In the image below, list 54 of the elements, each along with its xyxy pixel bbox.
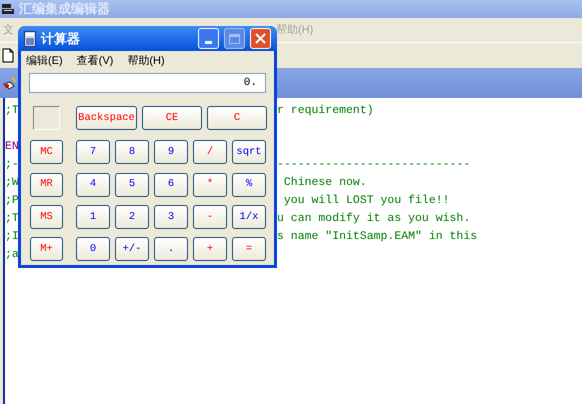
calculator-key[interactable]: C	[207, 106, 267, 130]
calculator-key[interactable]: .	[154, 237, 188, 261]
calculator-key[interactable]: MS	[30, 204, 63, 229]
code-text: ----------------------------	[277, 157, 470, 174]
menu-item[interactable]: 编辑(E)	[26, 52, 63, 70]
calculator-key[interactable]: 2	[115, 204, 149, 229]
calculator-key[interactable]: MC	[30, 140, 63, 164]
code-text: you will LOST you file!!	[282, 193, 450, 210]
display-field: 0.	[29, 73, 266, 93]
calculator-key[interactable]: 4	[76, 172, 110, 196]
calculator-key[interactable]: M+	[30, 237, 63, 261]
calculator-key[interactable]: 0	[76, 237, 110, 261]
calculator-key[interactable]: +/-	[115, 237, 149, 261]
menu-item[interactable]: 查看(V)	[76, 52, 114, 70]
calculator-key[interactable]: CE	[142, 106, 202, 130]
calculator-key[interactable]: 9	[154, 140, 188, 164]
code-text: ;a	[5, 248, 19, 262]
code-text: ;I	[5, 230, 19, 244]
code-text: s name ″InitSamp.EAM″ in this	[277, 229, 478, 246]
calculator-key[interactable]: Backspace	[76, 106, 137, 130]
close-icon	[255, 33, 266, 44]
code-text: ;T	[5, 212, 19, 226]
code-text: ;-	[5, 158, 19, 172]
memory-indicator	[33, 106, 60, 130]
calculator-key[interactable]: 7	[76, 140, 110, 164]
calculator-key[interactable]: /	[193, 140, 227, 164]
calculator-key[interactable]: 3	[154, 204, 188, 229]
calculator-key[interactable]: -	[193, 204, 227, 229]
minimize-button[interactable]	[198, 28, 219, 49]
calculator-title: 计算器	[41, 30, 81, 48]
menu-item[interactable]: 帮助(H)	[127, 52, 165, 70]
code-text: ;T	[5, 104, 19, 118]
calculator-icon	[24, 30, 36, 46]
code-text: EN	[5, 140, 19, 154]
calculator-key[interactable]: 6	[154, 172, 188, 196]
calculator-key[interactable]: sqrt	[232, 140, 266, 164]
calculator-key[interactable]: MR	[30, 172, 63, 196]
calculator-key[interactable]: *	[193, 172, 227, 196]
code-text: r requirement)	[277, 103, 374, 120]
calculator-key[interactable]: =	[232, 237, 266, 261]
window-title: 汇编集成编辑器	[19, 0, 110, 18]
calculator-key[interactable]: +	[193, 237, 227, 261]
calculator-key[interactable]: %	[232, 172, 266, 196]
close-button[interactable]	[250, 28, 271, 49]
code-text: Chinese now.	[282, 175, 367, 192]
app-icon	[1, 3, 15, 15]
new-file-icon[interactable]	[2, 48, 14, 63]
calculator-key[interactable]: 5	[115, 172, 149, 196]
document-icon	[3, 76, 19, 90]
calculator-key[interactable]: 1/x	[232, 204, 266, 229]
code-text: u can modify it as you wish.	[277, 211, 470, 228]
calculator-key[interactable]: 8	[115, 140, 149, 164]
code-text: ;P	[5, 194, 19, 208]
calculator-key[interactable]: 1	[76, 204, 110, 229]
